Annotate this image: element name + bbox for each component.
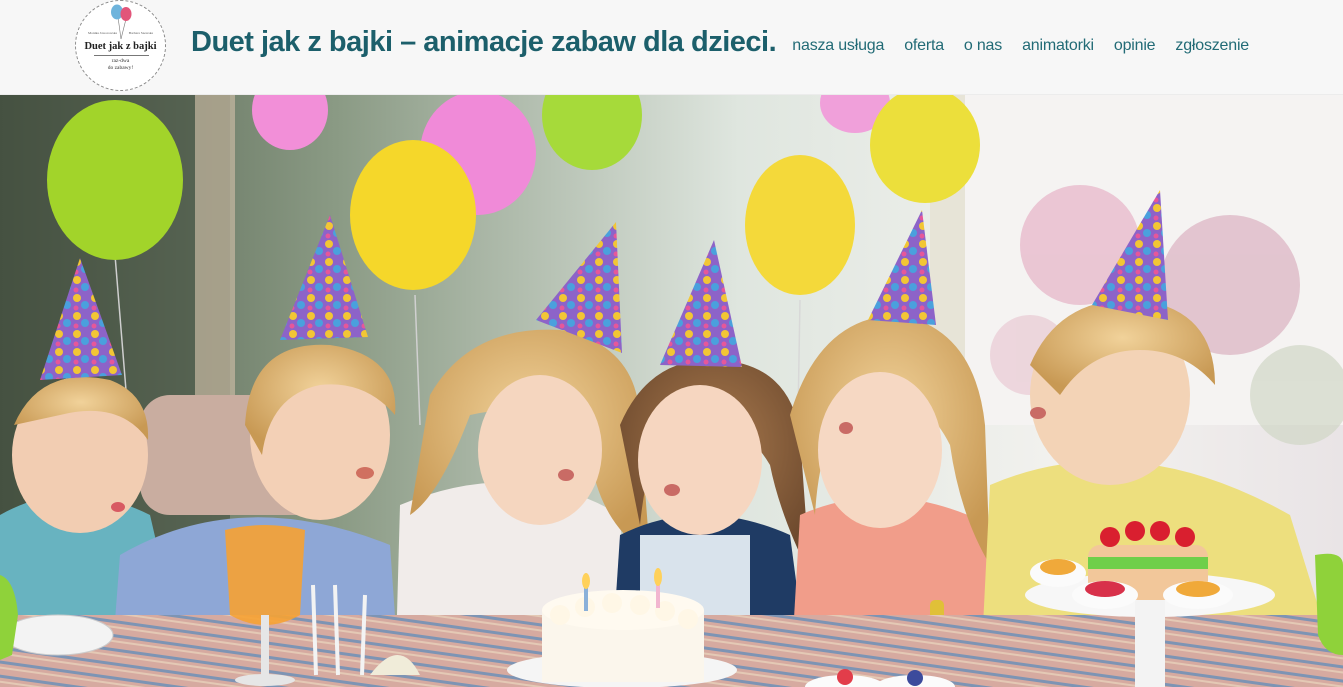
logo-name-right: Barbara Szewska xyxy=(128,31,153,35)
logo-title: Duet jak z bajki xyxy=(84,41,157,52)
balloons-icon xyxy=(111,4,132,40)
logo-name-left: Monika Jaworowska xyxy=(88,31,118,35)
site-title[interactable]: Duet jak z bajki – animacje zabaw dla dz… xyxy=(191,26,777,59)
nav-link-animatorki[interactable]: animatorki xyxy=(1022,37,1094,55)
birthday-party-illustration xyxy=(0,95,1343,687)
site-logo[interactable]: Monika Jaworowska Barbara Szewska Duet j… xyxy=(75,0,166,91)
logo-small-names: Monika Jaworowska Barbara Szewska xyxy=(76,31,165,35)
site-header: Monika Jaworowska Barbara Szewska Duet j… xyxy=(0,0,1343,95)
nav-link-zgloszenie[interactable]: zgłoszenie xyxy=(1175,37,1249,55)
logo-tagline-line-2: do zabawy! xyxy=(107,65,134,71)
logo-divider xyxy=(94,55,149,56)
logo-tagline: raz-dwa do zabawy! xyxy=(76,58,165,72)
main-nav: nasza usługa oferta o nas animatorki opi… xyxy=(792,37,1249,55)
logo-tagline-line-1: raz-dwa xyxy=(111,58,130,64)
nav-link-oferta[interactable]: oferta xyxy=(904,37,944,55)
nav-link-opinie[interactable]: opinie xyxy=(1114,37,1156,55)
nav-link-nasza-usluga[interactable]: nasza usługa xyxy=(792,37,884,55)
hero-image xyxy=(0,95,1343,687)
nav-link-o-nas[interactable]: o nas xyxy=(964,37,1002,55)
